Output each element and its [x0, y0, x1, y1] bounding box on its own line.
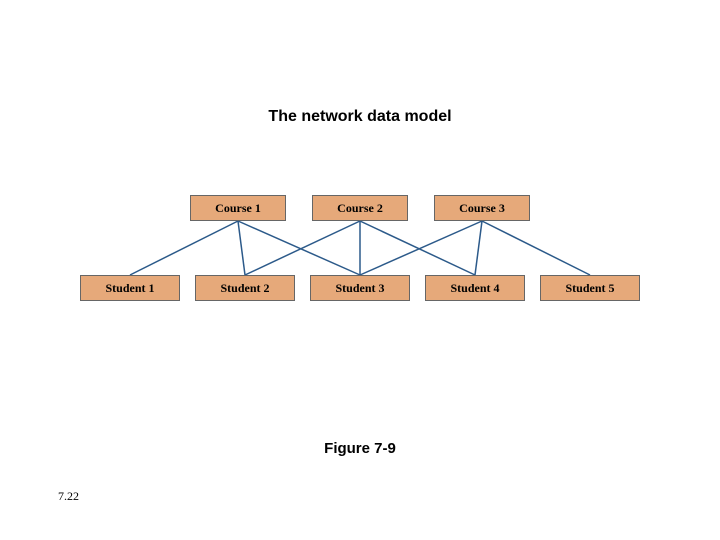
student-box-5: Student 5 — [540, 275, 640, 301]
page-number: 7.22 — [58, 489, 79, 504]
student-box-4: Student 4 — [425, 275, 525, 301]
student-box-1: Student 1 — [80, 275, 180, 301]
network-diagram: Course 1 Course 2 Course 3 Student 1 Stu… — [80, 195, 640, 305]
course-box-2: Course 2 — [312, 195, 408, 221]
student-box-3: Student 3 — [310, 275, 410, 301]
course-box-1: Course 1 — [190, 195, 286, 221]
student-box-2: Student 2 — [195, 275, 295, 301]
course-box-3: Course 3 — [434, 195, 530, 221]
figure-caption: Figure 7-9 — [0, 440, 720, 457]
diagram-title: The network data model — [0, 108, 720, 126]
